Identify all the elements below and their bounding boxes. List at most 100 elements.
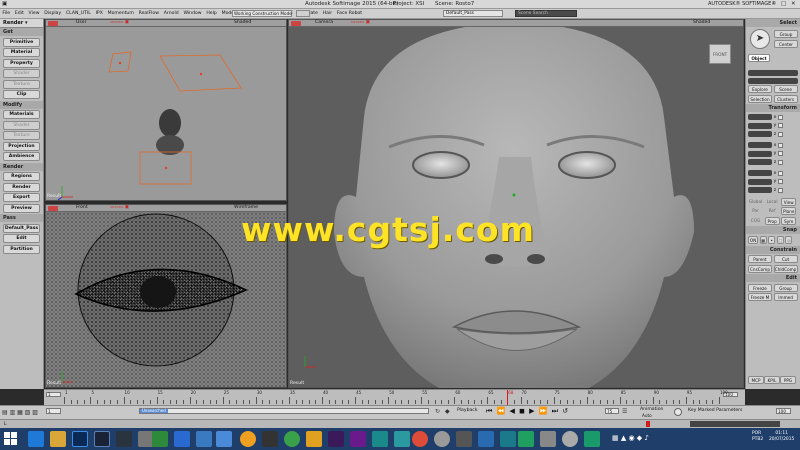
center-button[interactable]: Center xyxy=(774,40,798,48)
language-indicator[interactable]: POR PTB2 xyxy=(752,431,763,443)
speaker-icon[interactable]: ◆ xyxy=(445,408,450,415)
app-icon-9[interactable] xyxy=(196,431,212,447)
local-button[interactable]: Local xyxy=(765,198,780,206)
cut-button[interactable]: Cut xyxy=(773,255,798,263)
tab-mcp[interactable]: MCP xyxy=(748,376,764,384)
translate-x-toggle[interactable] xyxy=(778,170,783,176)
app-icon-24[interactable] xyxy=(518,431,534,447)
button-default-pass[interactable]: Default_Pass xyxy=(3,223,40,233)
button-shader[interactable]: Shader xyxy=(3,120,40,130)
menu-arnold[interactable]: Arnold xyxy=(161,9,181,16)
minimize-button[interactable]: – xyxy=(772,1,775,7)
menu-realflow[interactable]: RealFlow xyxy=(136,9,161,16)
menu-edit[interactable]: Edit xyxy=(12,9,26,16)
par-button[interactable]: Par xyxy=(748,207,763,215)
layout-icons[interactable]: ▤ ▥ ▦ ▧ ▨ xyxy=(2,409,38,416)
translate-y-toggle[interactable] xyxy=(778,179,783,184)
mudbox-icon[interactable] xyxy=(306,431,322,447)
maximize-button[interactable]: □ xyxy=(781,1,786,7)
cog-button[interactable]: COG xyxy=(748,217,763,225)
ie-icon[interactable] xyxy=(28,431,44,447)
snap-on-toggle[interactable]: ON xyxy=(748,235,758,244)
button-render[interactable]: Render xyxy=(3,182,40,192)
parent-button[interactable]: Parent xyxy=(748,255,772,263)
menu-help[interactable]: Help xyxy=(204,9,219,16)
filter-field-1[interactable] xyxy=(748,69,798,76)
app-icon-22[interactable] xyxy=(478,431,494,447)
timeline-start-field[interactable]: 1 xyxy=(46,392,61,397)
clusters-button[interactable]: Clusters xyxy=(773,94,798,103)
viewport-maximize-icon[interactable] xyxy=(48,21,58,26)
start-frame-field[interactable]: 1 xyxy=(46,408,61,414)
app-icon-11[interactable] xyxy=(240,431,256,447)
key-marked-parameters-button[interactable]: Key Marked Parameters xyxy=(688,408,742,413)
scene-search-input[interactable]: Scene Search xyxy=(515,10,577,17)
lightroom-icon[interactable] xyxy=(116,431,132,447)
playback-menu-button[interactable]: Playback xyxy=(457,408,478,413)
close-button[interactable]: ✕ xyxy=(791,1,796,7)
app-icon-23[interactable] xyxy=(500,431,516,447)
premiere-icon[interactable] xyxy=(328,431,344,447)
menu-face-robot[interactable]: Face Robot xyxy=(335,9,365,16)
app-icon-27[interactable] xyxy=(584,431,600,447)
transport-controls[interactable]: ⏮ ⏪ ◀ ◼ ▶ ⏩ ⏭ ↺ xyxy=(486,407,569,416)
button-property[interactable]: Property xyxy=(3,58,40,68)
scale-z-field[interactable] xyxy=(748,131,772,137)
rotate-y-toggle[interactable] xyxy=(778,151,783,156)
tray-icons[interactable]: ▦ ▲ ◉ ◆ ♪ xyxy=(612,434,649,442)
app-icon-16[interactable] xyxy=(350,431,366,447)
menu-window[interactable]: Window xyxy=(181,9,204,16)
tab-kp-l[interactable]: KP/L xyxy=(764,376,780,384)
prop-button[interactable]: Prop xyxy=(764,216,780,225)
button-edit[interactable]: Edit xyxy=(3,234,40,243)
scale-x-field[interactable] xyxy=(748,114,772,120)
immed-button[interactable]: Immed xyxy=(773,293,798,301)
command-line-input[interactable]: Unsearched xyxy=(139,408,429,414)
timeline[interactable]: 1 100 1 5 10 15 20 25 30 35 40 45 50 55 60 65 70 75 80 85… xyxy=(44,389,745,405)
menu-ipx[interactable]: IPX xyxy=(93,9,105,16)
menu-file[interactable]: File xyxy=(0,9,12,16)
photoshop-icon[interactable] xyxy=(72,431,88,447)
view-cube[interactable]: FRONT xyxy=(709,44,731,64)
pass-select[interactable]: Default_Pass xyxy=(443,10,503,17)
plane-button[interactable]: Plane xyxy=(781,207,797,215)
button-texture[interactable]: Texture xyxy=(3,79,40,89)
start-button[interactable] xyxy=(4,432,18,446)
button-partition[interactable]: Partition xyxy=(3,244,40,254)
viewport-maximize-icon[interactable] xyxy=(48,206,58,211)
button-export[interactable]: Export xyxy=(3,193,40,202)
freeze-m-button[interactable]: Freeze M xyxy=(748,293,772,301)
button-materials[interactable]: Materials xyxy=(3,110,40,119)
timeline-ruler[interactable]: 1 5 10 15 20 25 30 35 40 45 50 55 60 65 70 75 80 85 90 95 10… xyxy=(64,390,728,405)
tab-ppg[interactable]: PPG xyxy=(780,376,796,384)
global-button[interactable]: Global xyxy=(748,198,763,206)
viewport-top-left[interactable]: User ▭▭▭ ▣ Shaded Result xyxy=(45,19,287,201)
menu-hair[interactable]: Hair xyxy=(320,9,334,16)
viewport-maximize-icon[interactable] xyxy=(291,21,301,26)
chrome-icon[interactable] xyxy=(412,431,428,447)
rotate-z-field[interactable] xyxy=(748,159,772,165)
snap-curve-icon[interactable]: ◌ xyxy=(776,235,784,244)
viewport-icons[interactable]: ▭▭▭ ▣ xyxy=(110,20,129,25)
menu-display[interactable]: Display xyxy=(42,9,64,16)
viewport-main[interactable]: Camera ▭▭▭ ▣ Shaded FRONT www.cgtsj.com … xyxy=(241,19,744,388)
app-icon-26[interactable] xyxy=(562,431,578,447)
scale-y-toggle[interactable] xyxy=(778,123,783,128)
selection-button[interactable]: Selection xyxy=(748,94,772,103)
viewport-camera-label[interactable]: Front xyxy=(76,205,88,210)
explorer-icon[interactable] xyxy=(50,431,66,447)
rotate-z-toggle[interactable] xyxy=(778,159,783,165)
app-icon-21[interactable] xyxy=(456,431,472,447)
scale-x-toggle[interactable] xyxy=(778,114,783,120)
mode-options-button[interactable] xyxy=(296,10,310,17)
button-primitive[interactable]: Primitive xyxy=(3,37,40,47)
toolbar-mode-select[interactable]: Render ▾ xyxy=(0,19,43,28)
snap-surface-icon[interactable]: ◇ xyxy=(785,235,793,244)
zbrush-icon[interactable] xyxy=(262,431,278,447)
select-arrow-icon[interactable]: ➤ xyxy=(750,29,770,49)
cnscomp-button[interactable]: CnsComp xyxy=(748,264,772,273)
clock[interactable]: 01:11 20/07/2015 xyxy=(769,431,794,443)
rotate-x-toggle[interactable] xyxy=(778,142,783,148)
button-clip[interactable]: Clip xyxy=(3,90,40,99)
key-icon[interactable] xyxy=(674,408,682,416)
